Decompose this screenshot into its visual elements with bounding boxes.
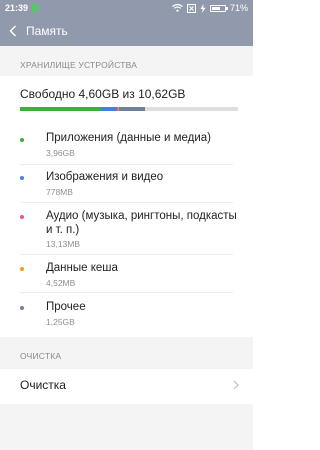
cleanup-label: Очистка (20, 378, 66, 392)
category-size: 3,96GB (46, 148, 75, 158)
chevron-right-icon (233, 380, 239, 390)
sim-icon (186, 3, 196, 13)
storage-bar-segment (20, 107, 102, 111)
category-row-images-video[interactable]: Изображения и видео 778MB (0, 165, 253, 202)
category-name: Аудио (музыка, рингтоны, подкасты и т. п… (46, 210, 237, 236)
category-row-other[interactable]: Прочее 1,25GB (0, 293, 253, 331)
storage-bar-segment (118, 107, 145, 111)
category-name: Приложения (данные и медиа) (46, 132, 211, 144)
category-name: Данные кеша (46, 262, 118, 274)
page-title: Память (26, 24, 68, 38)
category-size: 13,13MB (46, 239, 81, 249)
section-header-cleanup: ОЧИСТКА (0, 337, 253, 369)
category-row-audio[interactable]: Аудио (музыка, рингтоны, подкасты и т. п… (0, 203, 253, 253)
back-button[interactable] (0, 16, 26, 46)
category-row-apps[interactable]: Приложения (данные и медиа) 3,96GB (0, 127, 253, 164)
category-color-dot (20, 267, 24, 271)
app-bar: Память (0, 16, 253, 46)
cleanup-item[interactable]: Очистка (0, 369, 253, 403)
status-time: 21:39 (5, 3, 29, 13)
status-bar: 21:39 71% (0, 0, 253, 16)
category-color-dot (20, 306, 24, 310)
category-color-dot (20, 176, 24, 180)
chevron-left-icon (9, 25, 16, 37)
charging-icon (200, 3, 206, 13)
section-header-storage: ХРАНИЛИЩЕ УСТРОЙСТВА (0, 46, 253, 76)
wifi-icon (172, 4, 183, 12)
category-size: 778MB (46, 187, 73, 197)
category-name: Прочее (46, 301, 86, 313)
category-row-cache[interactable]: Данные кеша 4,52MB (0, 255, 253, 292)
notification-icon (32, 4, 39, 12)
category-name: Изображения и видео (46, 171, 164, 183)
battery-percent: 71% (229, 3, 248, 13)
category-size: 1,25GB (46, 317, 75, 327)
status-icons: 71% (172, 3, 248, 13)
bottom-area (0, 404, 253, 450)
category-color-dot (20, 138, 24, 142)
storage-usage-bar (20, 107, 238, 111)
battery-icon (209, 4, 228, 12)
battery-fill (211, 6, 220, 10)
storage-free-text: Свободно 4,60GB из 10,62GB (20, 87, 186, 101)
storage-bar-segment (101, 107, 117, 111)
category-size: 4,52MB (46, 278, 76, 288)
category-color-dot (20, 215, 24, 219)
